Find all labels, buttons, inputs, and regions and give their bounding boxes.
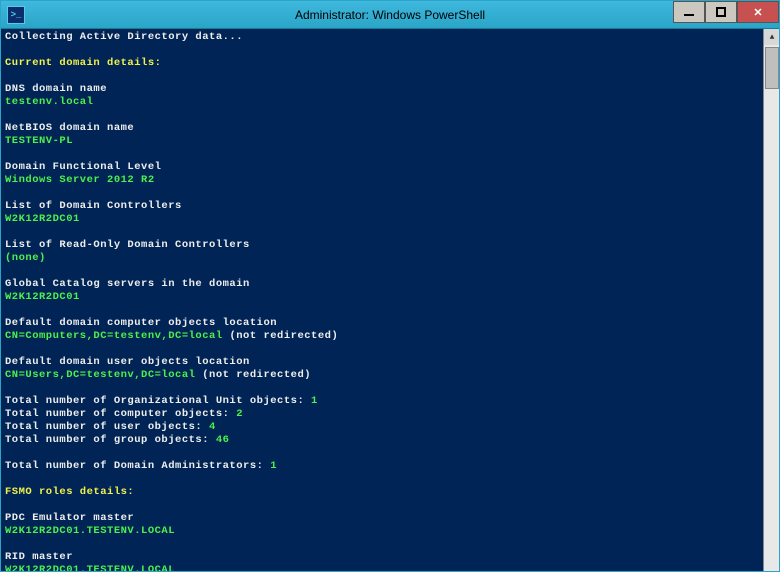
- output-label: PDC Emulator master: [5, 512, 759, 525]
- output-value: W2K12R2DC01.TESTENV.LOCAL: [5, 525, 759, 538]
- output-note: (not redirected): [223, 330, 339, 342]
- blank-line: [5, 44, 759, 57]
- output-value: CN=Computers,DC=testenv,DC=local: [5, 330, 223, 342]
- blank-line: [5, 265, 759, 278]
- blank-line: [5, 473, 759, 486]
- output-line: Collecting Active Directory data...: [5, 31, 759, 44]
- blank-line: [5, 304, 759, 317]
- output-label: Total number of group objects:: [5, 434, 216, 446]
- output-value: W2K12R2DC01: [5, 291, 759, 304]
- close-button[interactable]: ✕: [737, 1, 779, 23]
- output-line: CN=Users,DC=testenv,DC=local (not redire…: [5, 369, 759, 382]
- output-label: Total number of computer objects:: [5, 408, 236, 420]
- output-value: testenv.local: [5, 96, 759, 109]
- window-controls: ✕: [673, 1, 779, 23]
- blank-line: [5, 187, 759, 200]
- blank-line: [5, 382, 759, 395]
- output-line: Total number of user objects: 4: [5, 421, 759, 434]
- output-line: CN=Computers,DC=testenv,DC=local (not re…: [5, 330, 759, 343]
- section-header: Current domain details:: [5, 57, 759, 70]
- blank-line: [5, 226, 759, 239]
- output-line: Total number of Domain Administrators: 1: [5, 460, 759, 473]
- window-title: Administrator: Windows PowerShell: [295, 8, 485, 22]
- output-value: 1: [270, 460, 277, 472]
- output-label: Total number of Domain Administrators:: [5, 460, 270, 472]
- output-value: TESTENV-PL: [5, 135, 759, 148]
- output-label: NetBIOS domain name: [5, 122, 759, 135]
- maximize-button[interactable]: [705, 1, 737, 23]
- console-output[interactable]: Collecting Active Directory data... Curr…: [1, 29, 763, 571]
- output-label: Total number of user objects:: [5, 421, 209, 433]
- blank-line: [5, 447, 759, 460]
- scroll-up-arrow[interactable]: ▲: [764, 29, 779, 45]
- output-value: 1: [311, 395, 318, 407]
- blank-line: [5, 538, 759, 551]
- output-value: Windows Server 2012 R2: [5, 174, 759, 187]
- output-label: Default domain computer objects location: [5, 317, 759, 330]
- blank-line: [5, 148, 759, 161]
- output-label: DNS domain name: [5, 83, 759, 96]
- vertical-scrollbar[interactable]: ▲: [763, 29, 779, 571]
- minimize-button[interactable]: [673, 1, 705, 23]
- console-area: Collecting Active Directory data... Curr…: [1, 29, 779, 571]
- output-value: W2K12R2DC01: [5, 213, 759, 226]
- blank-line: [5, 109, 759, 122]
- output-label: Global Catalog servers in the domain: [5, 278, 759, 291]
- powershell-icon: >_: [7, 6, 25, 24]
- output-value: 46: [216, 434, 230, 446]
- output-value: 2: [236, 408, 243, 420]
- output-value: (none): [5, 252, 759, 265]
- output-label: Domain Functional Level: [5, 161, 759, 174]
- output-value: W2K12R2DC01.TESTENV.LOCAL: [5, 564, 759, 571]
- blank-line: [5, 70, 759, 83]
- powershell-window: >_ Administrator: Windows PowerShell ✕ C…: [0, 0, 780, 572]
- output-label: Total number of Organizational Unit obje…: [5, 395, 311, 407]
- output-label: List of Read-Only Domain Controllers: [5, 239, 759, 252]
- output-label: Default domain user objects location: [5, 356, 759, 369]
- output-label: RID master: [5, 551, 759, 564]
- section-header: FSMO roles details:: [5, 486, 759, 499]
- output-line: Total number of computer objects: 2: [5, 408, 759, 421]
- output-value: CN=Users,DC=testenv,DC=local: [5, 369, 195, 381]
- output-value: 4: [209, 421, 216, 433]
- blank-line: [5, 499, 759, 512]
- scrollbar-thumb[interactable]: [765, 47, 779, 89]
- output-label: List of Domain Controllers: [5, 200, 759, 213]
- titlebar[interactable]: >_ Administrator: Windows PowerShell ✕: [1, 1, 779, 29]
- output-line: Total number of group objects: 46: [5, 434, 759, 447]
- output-note: (not redirected): [195, 369, 311, 381]
- blank-line: [5, 343, 759, 356]
- output-line: Total number of Organizational Unit obje…: [5, 395, 759, 408]
